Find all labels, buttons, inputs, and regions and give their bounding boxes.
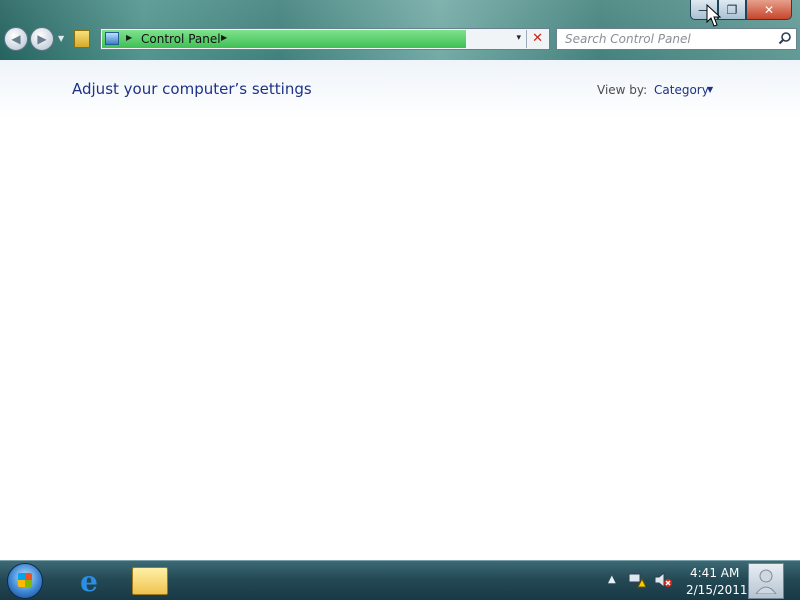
mouse-cursor-icon [706,4,722,27]
breadcrumb-control-panel[interactable]: Control Panel [141,32,221,46]
close-button[interactable]: ✕ [746,0,792,20]
back-arrow-icon: ◀ [11,32,21,46]
content-area: Adjust your computer’s settings View by:… [0,60,800,560]
network-warning-icon[interactable] [628,572,646,588]
forward-button[interactable]: ▶ [30,27,54,51]
user-avatar[interactable] [748,563,784,599]
search-placeholder[interactable]: Search Control Panel [565,32,691,46]
back-button[interactable]: ◀ [4,27,28,51]
internet-explorer-icon[interactable]: e [72,565,106,598]
navigation-bar: ◀ ▶ ▼ ▶ Control Panel ▶ ▾ ✕ Search Contr… [0,25,800,57]
windows-explorer-icon[interactable] [132,567,168,595]
view-by-dropdown[interactable]: Category [654,83,709,97]
start-button[interactable] [7,563,43,599]
clock-time[interactable]: 4:41 AM [690,566,739,580]
page-title: Adjust your computer’s settings [72,80,312,98]
address-bar[interactable]: ▶ Control Panel ▶ ▾ ✕ [100,28,550,50]
volume-muted-icon[interactable] [654,572,672,588]
restore-icon: ❐ [726,2,738,17]
search-input[interactable]: Search Control Panel [556,28,797,50]
address-separator [526,30,527,48]
show-hidden-icons-icon[interactable]: ▲ [608,574,616,585]
folder-icon[interactable] [74,30,90,48]
control-panel-icon [105,32,119,45]
taskbar: e ▲ 4:41 AM 2/15/2011 [0,560,800,600]
stop-icon[interactable]: ✕ [532,31,543,46]
breadcrumb-chevron-icon[interactable]: ▶ [126,33,132,42]
close-icon: ✕ [763,2,775,17]
breadcrumb-chevron-icon[interactable]: ▶ [221,33,227,42]
view-by-label: View by: [597,83,648,97]
forward-arrow-icon: ▶ [37,32,47,46]
search-icon[interactable] [777,31,793,47]
recent-pages-dropdown-icon[interactable]: ▼ [58,34,64,43]
chevron-down-icon[interactable]: ▼ [707,85,713,94]
clock-date[interactable]: 2/15/2011 [686,583,748,597]
user-icon [755,569,777,594]
address-dropdown-icon[interactable]: ▾ [516,33,521,43]
